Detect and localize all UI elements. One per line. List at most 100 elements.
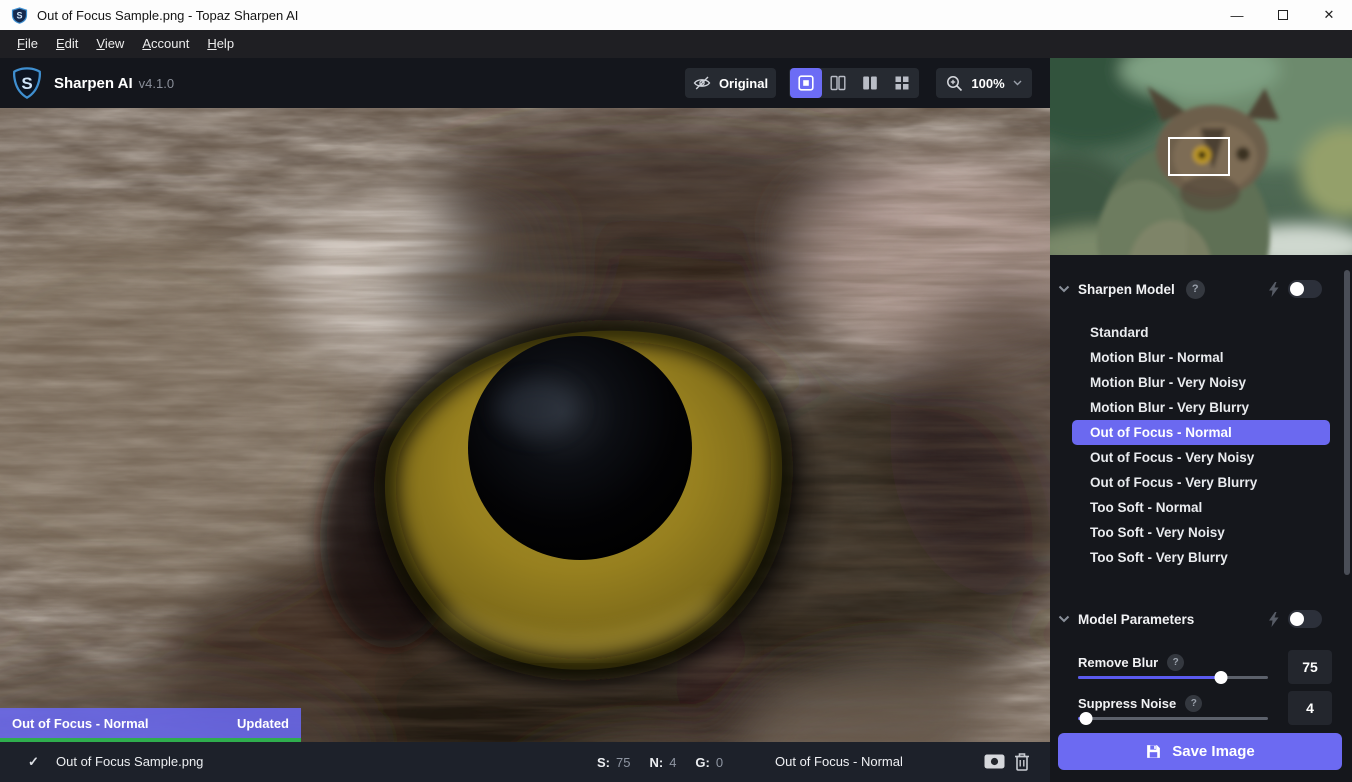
menu-item-edit[interactable]: Edit [47, 30, 87, 58]
owl-eye-image [0, 108, 1050, 742]
menu-item-file[interactable]: File [8, 30, 47, 58]
model-option[interactable]: Out of Focus - Normal [1072, 420, 1330, 445]
side-by-side-view-button[interactable] [854, 68, 886, 98]
title-bar: S Out of Focus Sample.png - Topaz Sharpe… [0, 0, 1352, 30]
auto-toggle[interactable] [1288, 280, 1322, 298]
stat-n: N:4 [649, 755, 676, 770]
model-option[interactable]: Too Soft - Very Noisy [1072, 520, 1330, 545]
window-title: Out of Focus Sample.png - Topaz Sharpen … [37, 8, 298, 23]
slider-knob[interactable] [1079, 712, 1092, 725]
settings-panel: Sharpen Model ? StandardMotion Blur - No… [1050, 255, 1352, 727]
eye-slash-icon [693, 76, 711, 90]
app-version: v4.1.0 [139, 76, 174, 91]
toggle-knob [1290, 612, 1304, 626]
model-option[interactable]: Motion Blur - Normal [1072, 345, 1330, 370]
remove-blur-label-row: Remove Blur ? [1078, 652, 1184, 672]
navigator-thumbnail[interactable] [1050, 58, 1352, 255]
menu-item-account[interactable]: Account [133, 30, 198, 58]
zoom-control[interactable]: 100% [936, 68, 1032, 98]
image-canvas[interactable]: Out of Focus - Normal Updated [0, 108, 1050, 742]
chevron-down-icon [1013, 80, 1022, 86]
suppress-noise-value[interactable]: 4 [1288, 691, 1332, 725]
maximize-icon [1278, 10, 1288, 20]
model-option[interactable]: Too Soft - Normal [1072, 495, 1330, 520]
single-view-icon [798, 75, 814, 91]
app-window: S Out of Focus Sample.png - Topaz Sharpe… [0, 0, 1352, 782]
model-option[interactable]: Out of Focus - Very Noisy [1072, 445, 1330, 470]
menu-item-view[interactable]: View [87, 30, 133, 58]
snapshot-icon[interactable] [984, 754, 1005, 769]
slider-track [1078, 717, 1268, 720]
save-area: Save Image [1050, 727, 1352, 782]
quad-view-button[interactable] [886, 68, 918, 98]
original-button-label: Original [719, 76, 768, 91]
window-controls: — ✕ [1214, 0, 1352, 30]
close-icon: ✕ [1324, 7, 1335, 23]
status-bar: ✓ Out of Focus Sample.png S:75 N:4 G:0 Out… [0, 742, 1050, 782]
help-icon[interactable]: ? [1186, 280, 1205, 299]
sharpen-model-header[interactable]: Sharpen Model ? [1058, 276, 1344, 302]
auto-toggle[interactable] [1288, 610, 1322, 628]
model-option[interactable]: Too Soft - Very Blurry [1072, 545, 1330, 570]
side-by-side-view-icon [862, 75, 878, 91]
app-name: Sharpen AI [54, 75, 133, 92]
trash-icon[interactable] [1013, 752, 1031, 772]
zoom-in-icon [946, 75, 963, 92]
status-stats: S:75 N:4 G:0 [597, 742, 723, 782]
panel-scrollbar[interactable] [1344, 270, 1350, 575]
sharpen-ai-logo: S [10, 66, 44, 100]
model-parameters-title: Model Parameters [1078, 612, 1194, 627]
save-image-button[interactable]: Save Image [1058, 733, 1342, 770]
auto-bolt-icon [1268, 282, 1279, 297]
single-view-button[interactable] [790, 68, 822, 98]
quad-view-icon [894, 75, 910, 91]
applied-model-overlay: Out of Focus - Normal Updated [0, 708, 301, 738]
model-parameters-header[interactable]: Model Parameters [1058, 606, 1344, 632]
toolbar: S Sharpen AI v4.1.0 Original [0, 58, 1050, 108]
app-shield-icon: S [11, 7, 28, 24]
slider-knob[interactable] [1214, 671, 1227, 684]
stat-s: S:75 [597, 755, 630, 770]
slider-fill [1078, 676, 1221, 679]
right-panel: Sharpen Model ? StandardMotion Blur - No… [1050, 58, 1352, 782]
minimize-icon: — [1231, 8, 1244, 23]
status-model-label: Out of Focus - Normal [775, 742, 903, 782]
remove-blur-value[interactable]: 75 [1288, 650, 1332, 684]
split-view-icon [830, 75, 846, 91]
overlay-status-label: Updated [237, 716, 289, 731]
stat-g: G:0 [695, 755, 723, 770]
save-disk-icon [1145, 743, 1162, 760]
remove-blur-slider[interactable] [1078, 671, 1268, 684]
suppress-noise-slider[interactable] [1078, 712, 1268, 725]
left-column: S Sharpen AI v4.1.0 Original [0, 58, 1050, 782]
help-icon[interactable]: ? [1185, 695, 1202, 712]
model-option[interactable]: Standard [1072, 320, 1330, 345]
suppress-noise-label-row: Suppress Noise ? [1078, 693, 1202, 713]
check-icon: ✓ [28, 742, 39, 782]
menu-item-help[interactable]: Help [198, 30, 243, 58]
model-option[interactable]: Motion Blur - Very Blurry [1072, 395, 1330, 420]
chevron-down-icon [1058, 615, 1070, 623]
status-filename[interactable]: Out of Focus Sample.png [56, 742, 203, 782]
model-option[interactable]: Out of Focus - Very Blurry [1072, 470, 1330, 495]
menu-bar: FileEditViewAccountHelp [0, 30, 1352, 58]
svg-text:S: S [16, 10, 22, 20]
toggle-knob [1290, 282, 1304, 296]
auto-bolt-icon [1268, 612, 1279, 627]
chevron-down-icon [1058, 285, 1070, 293]
original-toggle-button[interactable]: Original [685, 68, 776, 98]
navigator-view-rectangle[interactable] [1168, 137, 1230, 176]
split-view-button[interactable] [822, 68, 854, 98]
svg-text:S: S [21, 74, 32, 93]
maximize-button[interactable] [1260, 0, 1306, 30]
overlay-model-label: Out of Focus - Normal [12, 716, 149, 731]
close-button[interactable]: ✕ [1306, 0, 1352, 30]
suppress-noise-label: Suppress Noise [1078, 696, 1176, 711]
minimize-button[interactable]: — [1214, 0, 1260, 30]
model-list: StandardMotion Blur - NormalMotion Blur … [1072, 320, 1330, 570]
remove-blur-label: Remove Blur [1078, 655, 1158, 670]
sharpen-model-title: Sharpen Model [1078, 282, 1175, 297]
zoom-level: 100% [971, 76, 1004, 91]
help-icon[interactable]: ? [1167, 654, 1184, 671]
model-option[interactable]: Motion Blur - Very Noisy [1072, 370, 1330, 395]
